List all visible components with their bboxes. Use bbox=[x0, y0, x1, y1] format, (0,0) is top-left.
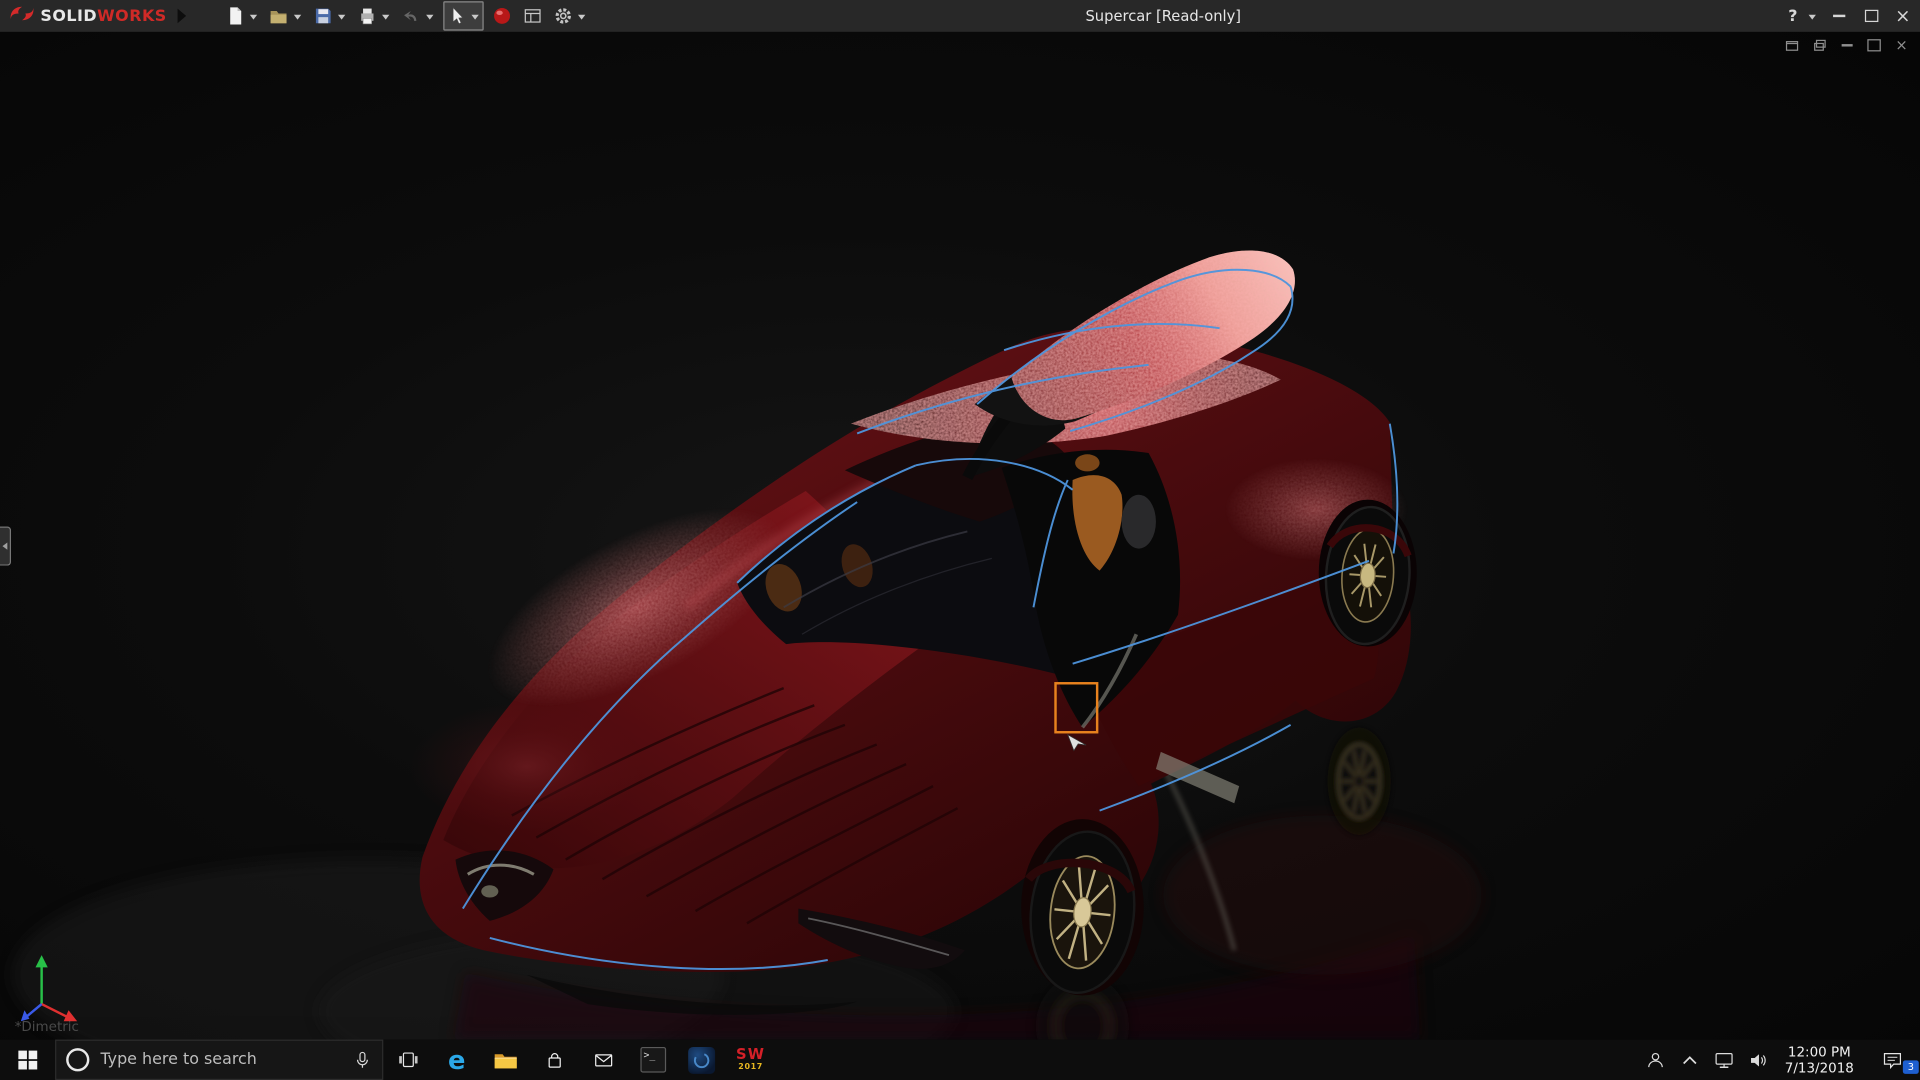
chevron-down-icon[interactable] bbox=[250, 14, 257, 19]
doc-close-button[interactable]: × bbox=[1895, 39, 1907, 51]
blue-3d-app-button[interactable] bbox=[677, 1040, 726, 1080]
titlebar: SOLIDWORKS bbox=[0, 0, 1920, 32]
mail-button[interactable] bbox=[579, 1040, 628, 1080]
start-button[interactable] bbox=[0, 1040, 55, 1080]
command-prompt-icon: >_ bbox=[640, 1047, 666, 1073]
network-icon bbox=[1714, 1050, 1734, 1070]
document-title: Supercar [Read-only] bbox=[1085, 0, 1241, 32]
people-icon bbox=[1645, 1050, 1665, 1070]
print-button[interactable] bbox=[355, 2, 393, 29]
task-view-icon bbox=[397, 1049, 418, 1070]
edge-button[interactable]: e bbox=[432, 1040, 481, 1080]
command-prompt-button[interactable]: >_ bbox=[628, 1040, 677, 1080]
new-document-icon bbox=[223, 4, 247, 28]
chevron-down-icon[interactable] bbox=[338, 14, 345, 19]
select-tool-button[interactable] bbox=[443, 1, 483, 30]
chevron-up-icon bbox=[1680, 1051, 1700, 1068]
clock-date: 7/13/2018 bbox=[1785, 1060, 1854, 1076]
people-button[interactable] bbox=[1638, 1040, 1672, 1080]
network-button[interactable] bbox=[1706, 1040, 1740, 1080]
file-explorer-icon bbox=[493, 1049, 517, 1070]
display-pane-icon bbox=[521, 4, 545, 28]
solidworks-2017-button[interactable]: SW 2017 bbox=[726, 1040, 775, 1080]
doc-restore-button[interactable] bbox=[1867, 39, 1880, 51]
notification-badge: 3 bbox=[1903, 1060, 1919, 1073]
system-tray: 12:00 PM 7/13/2018 3 bbox=[1638, 1040, 1920, 1080]
3d-model-supercar[interactable] bbox=[0, 32, 1920, 1040]
open-folder-icon bbox=[267, 4, 291, 28]
search-placeholder: Type here to search bbox=[100, 1051, 341, 1069]
task-view-button[interactable] bbox=[383, 1040, 432, 1080]
cortana-icon bbox=[66, 1048, 89, 1071]
help-button[interactable]: ? bbox=[1787, 7, 1799, 25]
action-center-icon bbox=[1881, 1049, 1902, 1070]
quick-toolbar bbox=[223, 1, 592, 30]
close-button[interactable]: × bbox=[1891, 0, 1915, 32]
display-pane-button[interactable] bbox=[521, 2, 545, 29]
chevron-down-icon[interactable] bbox=[472, 14, 479, 19]
window-icon[interactable] bbox=[1785, 39, 1798, 51]
undo-button[interactable] bbox=[399, 2, 437, 29]
solidworks-2017-icon: SW 2017 bbox=[736, 1048, 765, 1072]
chevron-down-icon[interactable] bbox=[294, 14, 301, 19]
window-icon[interactable] bbox=[1813, 39, 1826, 51]
chevron-down-icon[interactable] bbox=[578, 14, 585, 19]
clock-time: 12:00 PM bbox=[1785, 1044, 1854, 1060]
feature-manager-tab[interactable] bbox=[0, 527, 11, 566]
store-button[interactable] bbox=[530, 1040, 579, 1080]
solidworks-logo: SOLIDWORKS bbox=[0, 4, 167, 28]
clock[interactable]: 12:00 PM 7/13/2018 bbox=[1775, 1040, 1864, 1080]
save-icon bbox=[311, 4, 335, 28]
chevron-left-icon bbox=[2, 542, 7, 549]
new-document-button[interactable] bbox=[223, 2, 261, 29]
chevron-down-icon[interactable] bbox=[1809, 14, 1816, 19]
document-window-controls: × bbox=[1785, 39, 1908, 51]
action-center-button[interactable]: 3 bbox=[1864, 1040, 1920, 1080]
select-cursor-icon bbox=[445, 4, 469, 28]
file-explorer-button[interactable] bbox=[481, 1040, 530, 1080]
orientation-triad[interactable] bbox=[7, 948, 85, 1026]
options-button[interactable] bbox=[551, 2, 589, 29]
gear-icon bbox=[551, 4, 575, 28]
minimize-icon bbox=[1833, 15, 1845, 17]
minimize-button[interactable] bbox=[1827, 0, 1851, 32]
graphics-area[interactable]: × *Dimetric bbox=[0, 32, 1920, 1040]
windows-logo-icon bbox=[17, 1049, 38, 1070]
mail-icon bbox=[594, 1050, 614, 1070]
microphone-icon[interactable] bbox=[353, 1050, 373, 1070]
undo-icon bbox=[399, 4, 423, 28]
store-bag-icon bbox=[545, 1050, 565, 1070]
rear-wheel-reflection bbox=[1327, 727, 1391, 835]
restore-icon bbox=[1864, 10, 1877, 22]
volume-button[interactable] bbox=[1741, 1040, 1775, 1080]
brand-wordmark: SOLIDWORKS bbox=[40, 7, 166, 25]
edit-appearance-button[interactable] bbox=[490, 2, 514, 29]
volume-icon bbox=[1748, 1050, 1768, 1070]
taskbar: Type here to search e bbox=[0, 1040, 1920, 1080]
chevron-down-icon[interactable] bbox=[382, 14, 389, 19]
screen: SOLIDWORKS bbox=[0, 0, 1920, 1080]
solidworks-logo-icon bbox=[9, 4, 36, 28]
edge-icon: e bbox=[448, 1046, 465, 1073]
maximize-button[interactable] bbox=[1859, 0, 1883, 32]
taskbar-search-box[interactable]: Type here to search bbox=[55, 1040, 383, 1080]
blue-3d-app-icon bbox=[688, 1046, 715, 1073]
save-button[interactable] bbox=[311, 2, 349, 29]
appearance-sphere-icon bbox=[490, 4, 514, 28]
view-orientation-label: *Dimetric bbox=[15, 1019, 79, 1035]
print-icon bbox=[355, 4, 379, 28]
open-button[interactable] bbox=[267, 2, 305, 29]
show-hidden-icons-button[interactable] bbox=[1672, 1040, 1706, 1080]
titlebar-controls: ? × bbox=[1787, 0, 1915, 32]
doc-minimize-button[interactable] bbox=[1842, 44, 1853, 46]
chevron-down-icon[interactable] bbox=[426, 14, 433, 19]
menu-flyout-arrow-icon[interactable] bbox=[178, 9, 187, 24]
